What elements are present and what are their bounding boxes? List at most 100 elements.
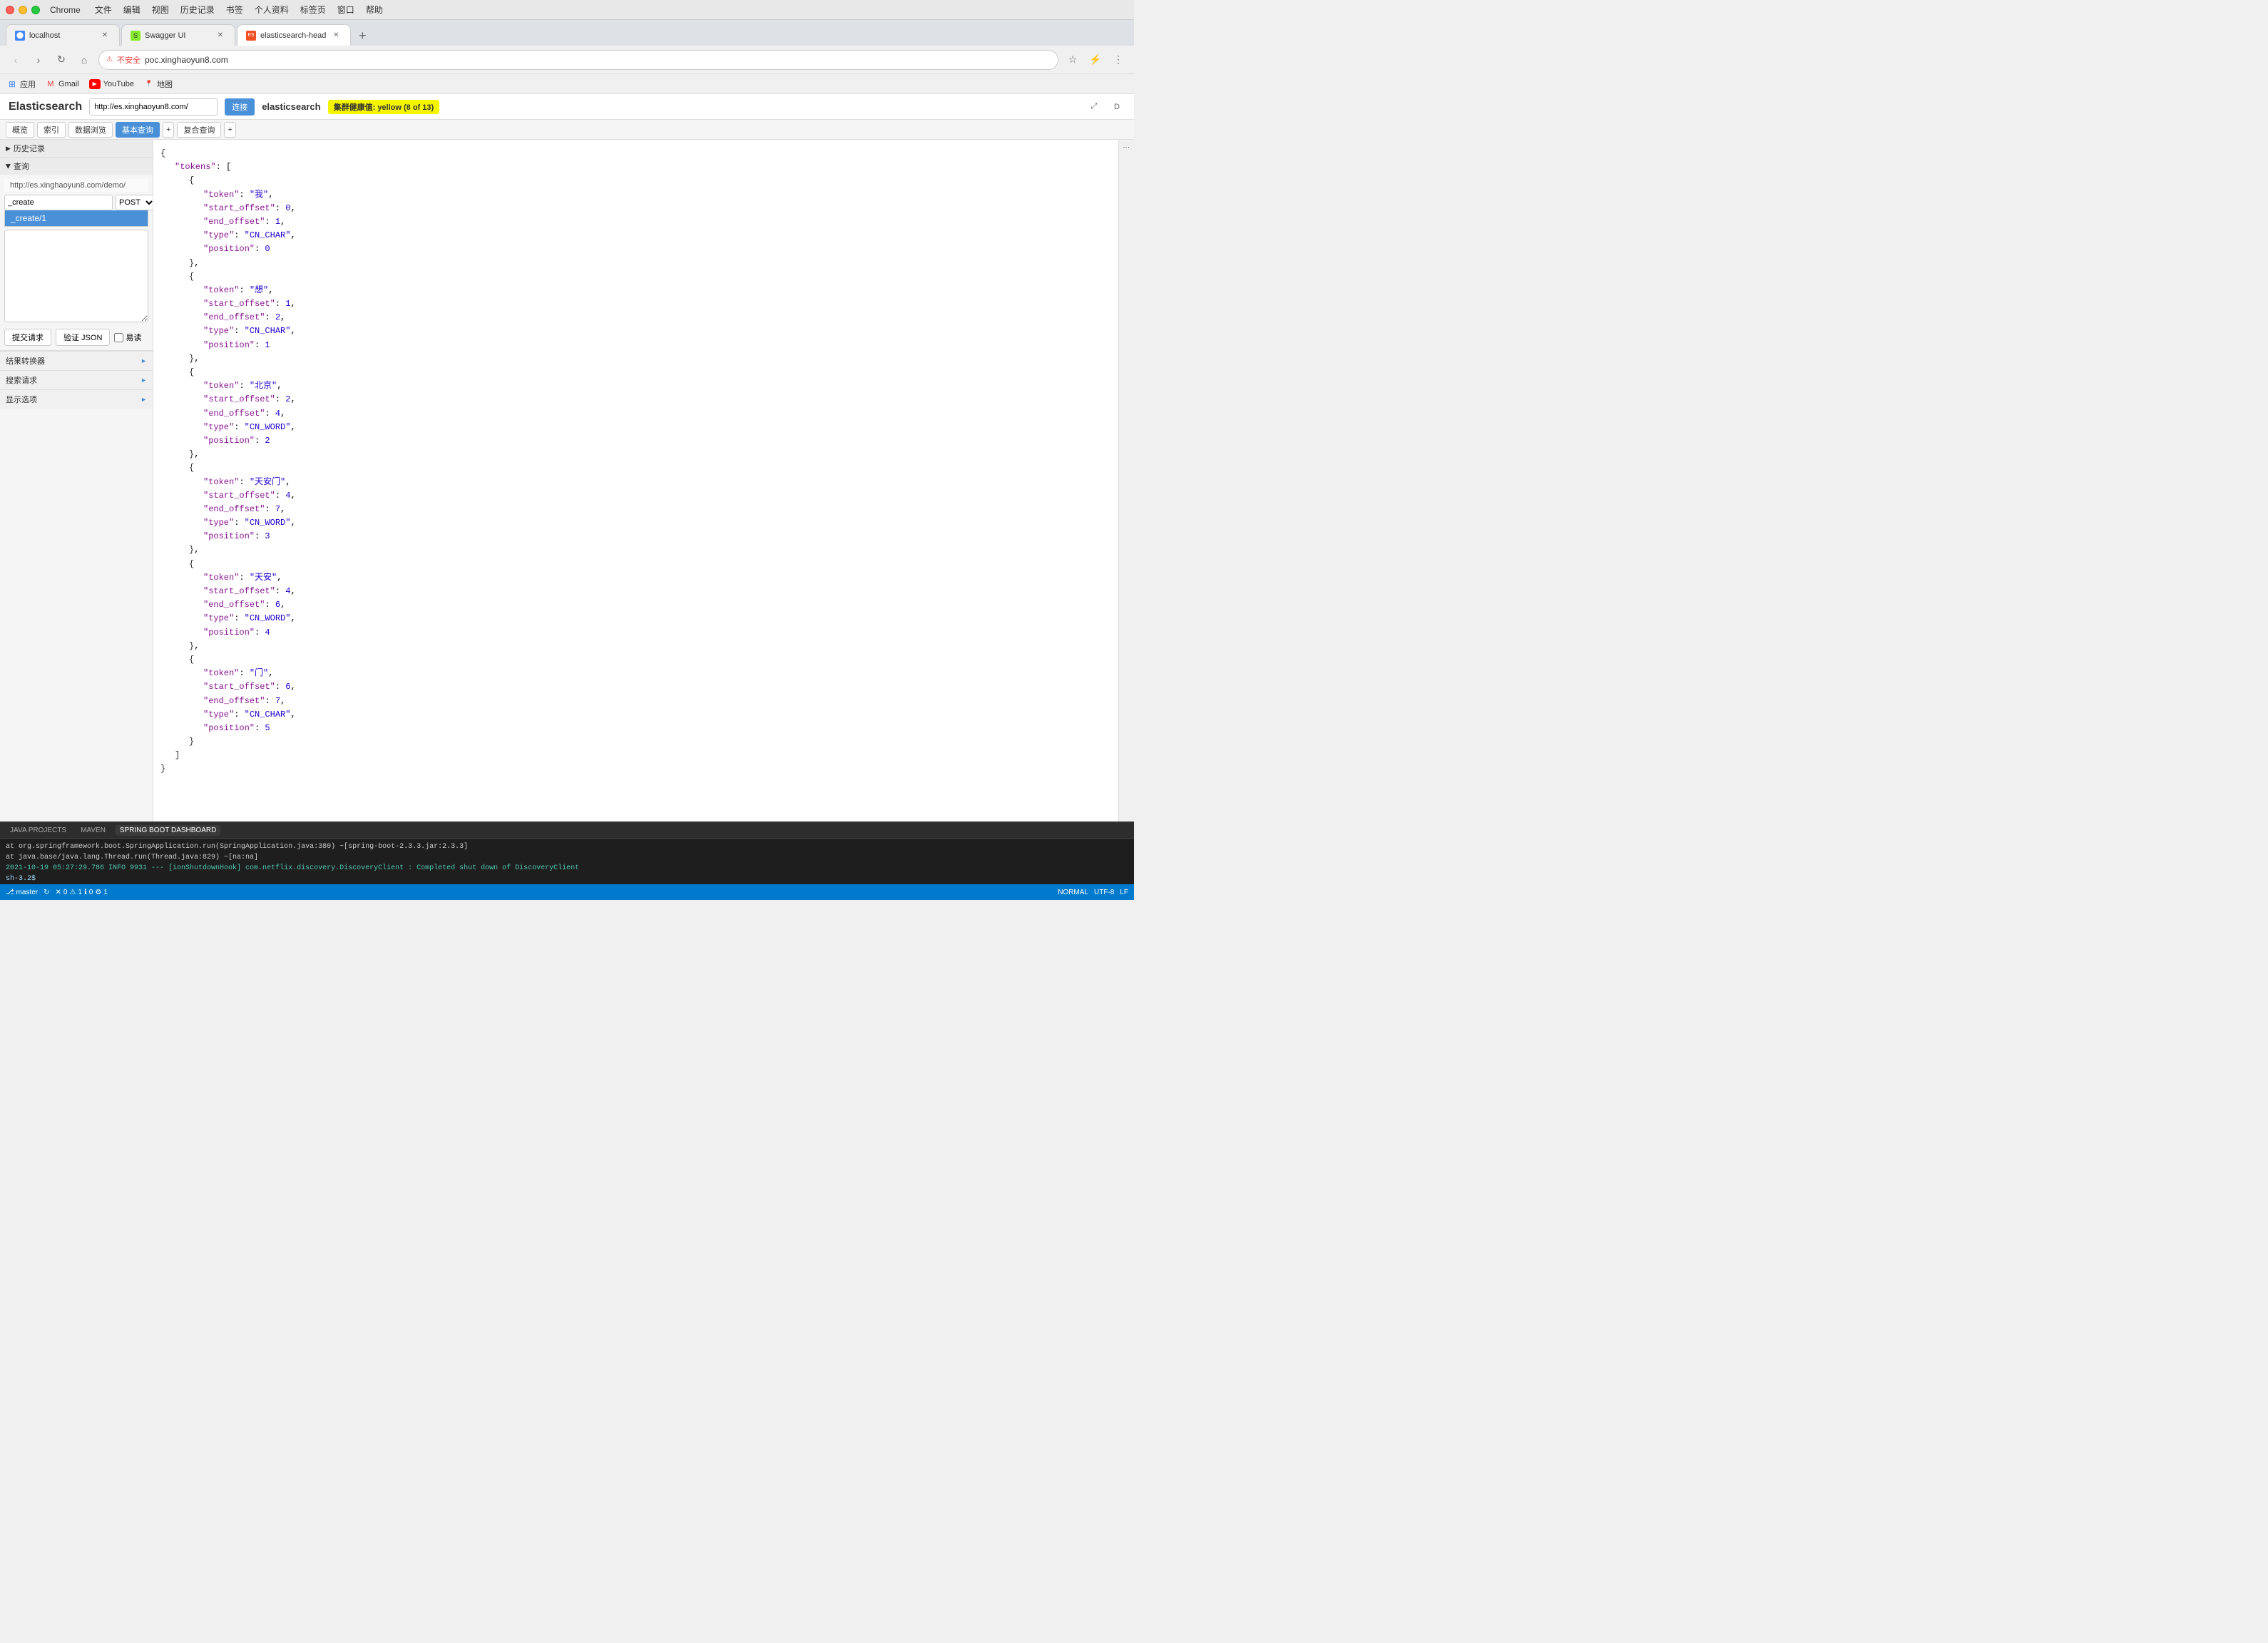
tab-close-elastic[interactable]: ✕ bbox=[330, 30, 342, 41]
tab-close-swagger[interactable]: ✕ bbox=[215, 30, 226, 41]
maximize-button[interactable] bbox=[31, 6, 40, 14]
es-connect-button[interactable]: 连接 bbox=[225, 98, 255, 116]
menu-history[interactable]: 历史记录 bbox=[180, 4, 215, 16]
result-transformer-label: 结果转换器 bbox=[6, 355, 45, 367]
nav-data-browse[interactable]: 数据浏览 bbox=[68, 122, 113, 138]
reload-button[interactable]: ↻ bbox=[53, 51, 70, 68]
status-sync[interactable]: ↻ bbox=[44, 889, 49, 896]
security-label: 不安全 bbox=[117, 54, 141, 66]
traffic-lights[interactable] bbox=[6, 6, 40, 14]
right-panel-btn1[interactable]: ⋮ bbox=[1123, 144, 1130, 150]
menu-bookmarks[interactable]: 书签 bbox=[226, 4, 243, 16]
close-button[interactable] bbox=[6, 6, 14, 14]
search-request-header[interactable]: 搜索请求 ► bbox=[0, 371, 153, 389]
tab-close-localhost[interactable]: ✕ bbox=[99, 30, 111, 41]
menu-help[interactable]: 帮助 bbox=[366, 4, 383, 16]
chrome-tabs: ⬤ localhost ✕ S Swagger UI ✕ ES elastics… bbox=[0, 20, 1134, 46]
warning-icon: ⚠ bbox=[69, 889, 76, 896]
tab-localhost[interactable]: ⬤ localhost ✕ bbox=[6, 24, 120, 46]
display-options-section: 显示选项 ► bbox=[0, 389, 153, 409]
tab-elastic[interactable]: ES elasticsearch-head ✕ bbox=[237, 24, 351, 46]
minimize-button[interactable] bbox=[19, 6, 27, 14]
es-health-badge: 集群健康值: yellow (8 of 13) bbox=[328, 100, 440, 114]
query-body-textarea[interactable] bbox=[4, 230, 148, 322]
bookmark-maps-label: 地图 bbox=[157, 78, 173, 90]
validate-json-button[interactable]: 验证 JSON bbox=[56, 329, 110, 346]
nav-basic-query[interactable]: 基本查询 bbox=[116, 122, 160, 138]
terminal-line3: 2021-10-19 05:27:29.786 INFO 9931 --- [i… bbox=[6, 863, 1128, 874]
es-header: Elasticsearch 连接 elasticsearch 集群健康值: ye… bbox=[0, 94, 1134, 120]
bookmark-apps[interactable]: ⊞ 应用 bbox=[7, 78, 36, 90]
path-input[interactable] bbox=[4, 195, 113, 210]
history-section: ▶ 历史记录 bbox=[0, 140, 153, 158]
bookmark-youtube[interactable]: ▶ YouTube bbox=[89, 79, 134, 89]
terminal-tab-java[interactable]: JAVA PROJECTS bbox=[6, 825, 71, 836]
terminal-tab-spring[interactable]: SPRING BOOT DASHBOARD bbox=[116, 825, 220, 836]
terminal-line4[interactable]: sh-3.2$ bbox=[6, 874, 1128, 884]
security-icon: ⚠ bbox=[106, 56, 113, 63]
git-branch-name: master bbox=[16, 889, 39, 896]
method-select[interactable]: POST GET PUT DELETE bbox=[116, 195, 153, 210]
url-bar[interactable]: ⚠ 不安全 poc.xinghaoyun8.com bbox=[98, 50, 1058, 70]
es-user-icon[interactable]: D bbox=[1108, 98, 1125, 116]
menu-window[interactable]: 窗口 bbox=[337, 4, 354, 16]
menu-profile[interactable]: 个人资料 bbox=[255, 4, 289, 16]
display-options-label: 显示选项 bbox=[6, 394, 37, 405]
bookmark-youtube-label: YouTube bbox=[103, 80, 134, 88]
es-expand-button[interactable]: ⤢ bbox=[1086, 98, 1103, 116]
extensions-icon[interactable]: ⚡ bbox=[1087, 51, 1104, 68]
tab-swagger[interactable]: S Swagger UI ✕ bbox=[121, 24, 235, 46]
query-area: http://es.xinghaoyun8.com/demo/ POST GET… bbox=[0, 175, 153, 350]
menu-view[interactable]: 视图 bbox=[152, 4, 169, 16]
tab-favicon-swagger: S bbox=[131, 31, 141, 41]
terminal-tabs: JAVA PROJECTS MAVEN SPRING BOOT DASHBOAR… bbox=[0, 823, 1134, 839]
menu-file[interactable]: 文件 bbox=[95, 4, 112, 16]
error-count: 0 bbox=[63, 889, 68, 896]
app-name: Chrome bbox=[50, 5, 81, 15]
tab-label-swagger: Swagger UI bbox=[145, 31, 185, 40]
result-transformer-header[interactable]: 结果转换器 ► bbox=[0, 352, 153, 370]
history-header[interactable]: ▶ 历史记录 bbox=[0, 140, 153, 157]
status-errors[interactable]: ✕ 0 ⚠ 1 ℹ 0 ⚙ 1 bbox=[55, 889, 107, 896]
json-response: { "tokens": [ { "token": "我", "start_off… bbox=[160, 147, 1111, 777]
forward-button[interactable]: › bbox=[30, 51, 47, 68]
apps-icon: ⊞ bbox=[7, 79, 17, 89]
status-git-branch[interactable]: ⎇ master bbox=[6, 889, 38, 896]
menu-tabs[interactable]: 标签页 bbox=[300, 4, 326, 16]
query-arrow-icon: ▶ bbox=[4, 164, 12, 169]
bookmark-maps[interactable]: 📍 地图 bbox=[144, 78, 173, 90]
menu-edit[interactable]: 编辑 bbox=[123, 4, 141, 16]
submit-button[interactable]: 提交请求 bbox=[4, 329, 51, 346]
new-tab-button[interactable]: + bbox=[352, 26, 372, 46]
back-button[interactable]: ‹ bbox=[7, 51, 24, 68]
nav-overview[interactable]: 概览 bbox=[6, 122, 34, 138]
display-options-header[interactable]: 显示选项 ► bbox=[0, 390, 153, 409]
bookmark-star[interactable]: ☆ bbox=[1064, 51, 1081, 68]
nav-compound-query[interactable]: 复合查询 bbox=[177, 122, 221, 138]
submit-row: 提交请求 验证 JSON 易读 bbox=[4, 329, 148, 346]
autocomplete-dropdown: _create/1 bbox=[4, 210, 148, 227]
status-encoding: UTF-8 bbox=[1094, 889, 1114, 896]
nav-index[interactable]: 索引 bbox=[37, 122, 66, 138]
es-main: ▶ 历史记录 ▶ 查询 http://es.xinghaoyun8.com/de… bbox=[0, 140, 1134, 822]
es-nav: 概览 索引 数据浏览 基本查询 + 复合查询 + bbox=[0, 120, 1134, 140]
bookmark-gmail-label: Gmail bbox=[58, 80, 79, 88]
menu-icon[interactable]: ⋮ bbox=[1110, 51, 1127, 68]
history-label: 历史记录 bbox=[14, 143, 45, 154]
easy-read-checkbox[interactable]: 易读 bbox=[114, 332, 141, 343]
nav-add2[interactable]: + bbox=[224, 122, 235, 138]
terminal-tab-maven[interactable]: MAVEN bbox=[76, 825, 110, 836]
home-button[interactable]: ⌂ bbox=[76, 51, 93, 68]
bookmark-gmail[interactable]: M Gmail bbox=[46, 79, 79, 89]
es-sidebar: ▶ 历史记录 ▶ 查询 http://es.xinghaoyun8.com/de… bbox=[0, 140, 153, 822]
query-header[interactable]: ▶ 查询 bbox=[0, 158, 153, 175]
autocomplete-item[interactable]: _create/1 bbox=[5, 210, 148, 226]
query-label: 查询 bbox=[14, 160, 29, 172]
bottom-panel: JAVA PROJECTS MAVEN SPRING BOOT DASHBOAR… bbox=[0, 822, 1134, 884]
menu-bar: 文件 编辑 视图 历史记录 书签 个人资料 标签页 窗口 帮助 bbox=[95, 4, 383, 16]
es-url-input[interactable] bbox=[89, 98, 218, 116]
nav-add1[interactable]: + bbox=[163, 122, 174, 138]
sync-icon: ↻ bbox=[44, 889, 49, 896]
maps-icon: 📍 bbox=[144, 79, 154, 89]
es-content: { "tokens": [ { "token": "我", "start_off… bbox=[153, 140, 1118, 822]
